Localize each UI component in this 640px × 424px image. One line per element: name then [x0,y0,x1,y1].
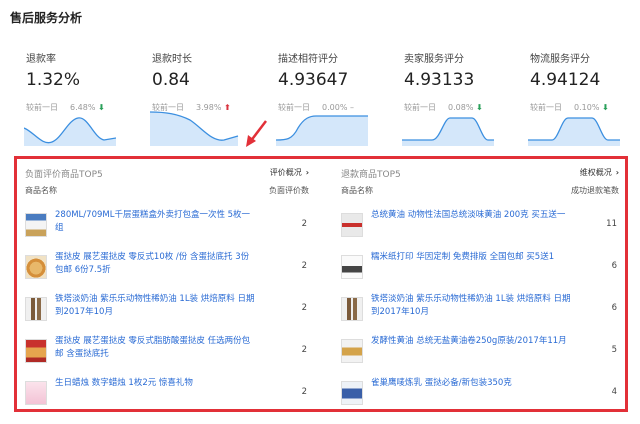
product-link[interactable]: 280ML/709ML千层蛋糕盒外卖打包盒一次性 5枚一组 [55,209,255,235]
row-count: 6 [611,261,617,271]
product-thumbnail [341,255,363,279]
metric-value: 4.93133 [404,70,475,90]
sparkline-logistics-score [528,117,620,146]
column-header-name: 商品名称 [25,186,57,195]
column-header-count: 负面评价数 [269,186,309,195]
row-count: 11 [606,219,617,229]
table-row[interactable]: 蛋挞皮 展艺蛋挞皮 零反式10枚 /份 含蛋挞底托 3份包邮 6份7.5折 2 [23,251,311,291]
section-title: 退款商品TOP5 [341,170,401,180]
metric-value: 4.94124 [530,70,601,90]
row-count: 6 [611,303,617,313]
product-thumbnail [25,213,47,237]
annotation-arrow-icon [246,120,267,147]
table-row[interactable]: 发酵性黄油 总统无盐黄油卷250g原装/2017年11月 5 [339,335,621,375]
row-count: 2 [301,219,307,229]
metric-value: 4.93647 [278,70,349,90]
refund-top5: 退款商品TOP5 维权概况 › 商品名称 成功退款笔数 总统黄油 动物性法国总统淡… [339,159,621,409]
top5-panel: 负面评价商品TOP5 评价概况 › 商品名称 负面评价数 280ML/709ML千… [14,156,628,412]
product-thumbnail [25,381,47,405]
row-count: 4 [611,387,617,397]
sparkline-description-score [276,115,368,146]
product-link[interactable]: 蛋挞皮 展艺蛋挞皮 零反式脂肪酸蛋挞皮 任选两份包邮 含蛋挞底托 [55,335,255,361]
product-thumbnail [341,339,363,363]
chevron-right-icon: › [615,168,619,177]
table-row[interactable]: 280ML/709ML千层蛋糕盒外卖打包盒一次性 5枚一组 2 [23,209,311,249]
row-count: 2 [301,345,307,355]
table-row[interactable]: 铁塔淡奶油 紫乐乐动物性稀奶油 1L装 烘焙原料 日期到2017年10月 2 [23,293,311,333]
product-thumbnail [341,381,363,405]
table-row[interactable]: 总统黄油 动物性法国总统淡味黄油 200克 买五送一 11 [339,209,621,249]
link-label: 维权概况 [579,168,612,177]
sparkline-seller-service-score [402,117,494,146]
product-link[interactable]: 发酵性黄油 总统无盐黄油卷250g原装/2017年11月 [371,335,571,348]
product-link[interactable]: 糯米纸打印 华因定制 免费排版 全国包邮 买5送1 [371,251,571,264]
metric-label: 卖家服务评分 [404,54,464,65]
row-count: 2 [301,387,307,397]
product-thumbnail [25,297,47,321]
row-count: 2 [301,261,307,271]
metric-refund-duration[interactable]: 退款时长 0.84 较前一日 3.98% ⬆ [152,50,252,113]
metric-label: 描述相符评分 [278,54,338,65]
metric-label: 物流服务评分 [530,54,590,65]
table-row[interactable]: 蛋挞皮 展艺蛋挞皮 零反式脂肪酸蛋挞皮 任选两份包邮 含蛋挞底托 2 [23,335,311,375]
product-thumbnail [25,255,47,279]
table-row[interactable]: 雀巢鹰唛炼乳 蛋挞必备/新包装350克 4 [339,377,621,417]
review-overview-link[interactable]: 评价概况 › [270,167,309,178]
product-link[interactable]: 铁塔淡奶油 紫乐乐动物性稀奶油 1L装 烘焙原料 日期到2017年10月 [55,293,255,319]
negative-review-top5: 负面评价商品TOP5 评价概况 › 商品名称 负面评价数 280ML/709ML千… [23,159,311,409]
product-link[interactable]: 铁塔淡奶油 紫乐乐动物性稀奶油 1L装 烘焙原料 日期到2017年10月 [371,293,571,319]
product-thumbnail [341,213,363,237]
column-header-name: 商品名称 [341,186,373,195]
row-count: 2 [301,303,307,313]
product-link[interactable]: 生日蜡烛 数字蜡烛 1枚2元 惊喜礼物 [55,377,255,390]
product-link[interactable]: 雀巢鹰唛炼乳 蛋挞必备/新包装350克 [371,377,571,390]
metric-seller-service-score[interactable]: 卖家服务评分 4.93133 较前一日 0.08% ⬇ [404,50,504,113]
table-row[interactable]: 糯米纸打印 华因定制 免费排版 全国包邮 买5送1 6 [339,251,621,291]
page-title: 售后服务分析 [10,11,83,25]
link-label: 评价概况 [269,168,302,177]
product-thumbnail [341,297,363,321]
metric-label: 退款率 [26,54,56,65]
metric-description-score[interactable]: 描述相符评分 4.93647 较前一日 0.00% – [278,50,378,113]
product-link[interactable]: 蛋挞皮 展艺蛋挞皮 零反式10枚 /份 含蛋挞底托 3份包邮 6份7.5折 [55,251,255,277]
column-header-count: 成功退款笔数 [571,186,619,195]
metric-label: 退款时长 [152,54,192,65]
product-thumbnail [25,339,47,363]
table-row[interactable]: 铁塔淡奶油 紫乐乐动物性稀奶油 1L装 烘焙原料 日期到2017年10月 6 [339,293,621,333]
sparkline-refund-rate [24,117,116,146]
section-title: 负面评价商品TOP5 [25,170,103,180]
row-count: 5 [611,345,617,355]
metric-refund-rate[interactable]: 退款率 1.32% 较前一日 6.48% ⬇ [26,50,126,113]
sparkline-refund-duration [150,111,239,146]
dispute-overview-link[interactable]: 维权概况 › [580,167,619,178]
metric-value: 0.84 [152,70,190,90]
metric-logistics-score[interactable]: 物流服务评分 4.94124 较前一日 0.10% ⬇ [530,50,630,113]
table-row[interactable]: 生日蜡烛 数字蜡烛 1枚2元 惊喜礼物 2 [23,377,311,417]
product-link[interactable]: 总统黄油 动物性法国总统淡味黄油 200克 买五送一 [371,209,571,222]
chevron-right-icon: › [305,168,309,177]
metric-value: 1.32% [26,70,81,90]
